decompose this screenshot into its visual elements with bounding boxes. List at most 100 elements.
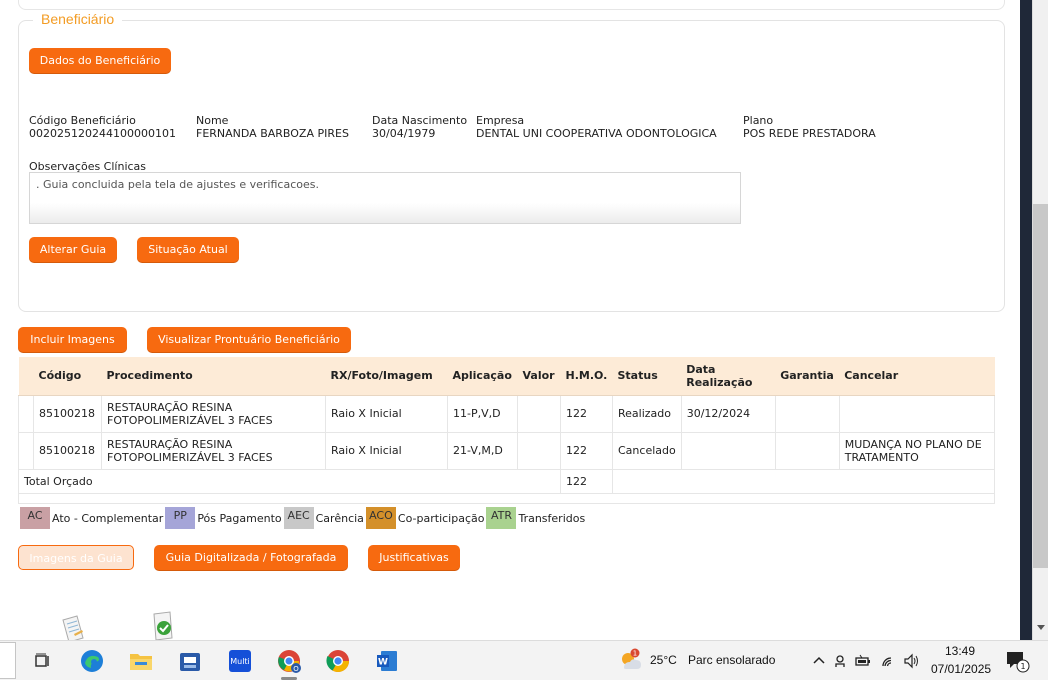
legend-aco-text: Co-participação: [397, 511, 485, 525]
nascimento-value: 30/04/1979: [372, 127, 436, 140]
cell-aplicacao: 11-P,V,D: [447, 394, 518, 433]
header-hmo: H.M.O.: [560, 357, 613, 396]
clock-time[interactable]: 13:49: [945, 644, 975, 658]
cell-procedimento: RESTAURAÇÃO RESINA FOTOPOLIMERIZÁVEL 3 F…: [101, 431, 326, 470]
svg-text:1: 1: [633, 650, 637, 658]
taskbar-search-box[interactable]: [0, 642, 16, 679]
vertical-scrollbar[interactable]: [1032, 0, 1048, 640]
incluir-imagens-button[interactable]: Incluir Imagens: [18, 327, 127, 352]
alterar-guia-button[interactable]: Alterar Guia: [29, 237, 117, 262]
main-page: Beneficiário Dados do Beneficiário Códig…: [0, 0, 1020, 640]
row-spacer: [18, 394, 34, 433]
legend-aec-badge: AEC: [283, 507, 314, 529]
legend-aec-text: Carência: [315, 511, 364, 525]
word-app-icon[interactable]: W: [374, 648, 400, 674]
wifi-icon[interactable]: [878, 648, 900, 674]
legend-pp-badge: PP: [165, 507, 196, 529]
scrollbar-thumb[interactable]: [1033, 204, 1048, 568]
header-rx: RX/Foto/Imagem: [325, 357, 448, 396]
cell-valor: [517, 394, 561, 433]
volume-icon[interactable]: [901, 648, 923, 674]
table-row[interactable]: 85100218 RESTAURAÇÃO RESINA FOTOPOLIMERI…: [18, 394, 996, 433]
weather-temperature[interactable]: 25°C: [650, 653, 677, 667]
cell-codigo: 85100218: [33, 394, 102, 433]
cell-hmo: 122: [560, 431, 613, 470]
legend-aco-badge: ACO: [365, 507, 396, 529]
situacao-atual-button[interactable]: Situação Atual: [137, 237, 239, 262]
nome-label: Nome: [196, 114, 229, 127]
task-view-icon[interactable]: [30, 648, 56, 674]
blank-row: [18, 492, 995, 504]
procedures-table: Código Procedimento RX/Foto/Imagem Aplic…: [18, 357, 996, 504]
cell-hmo: 122: [560, 394, 613, 433]
cell-garantia: [774, 431, 840, 470]
imagens-guia-button[interactable]: Imagens da Guia: [18, 545, 134, 570]
legend-atr-text: Transferidos: [518, 511, 586, 525]
legend-ac-text: Ato - Complementar: [52, 511, 164, 525]
header-aplicacao: Aplicação: [447, 357, 518, 396]
cell-data: 30/12/2024: [680, 394, 776, 433]
cell-garantia: [774, 394, 840, 433]
weather-description[interactable]: Parc ensolarado: [688, 653, 775, 667]
edge-browser-icon[interactable]: [79, 648, 105, 674]
header-garantia: Garantia: [775, 357, 840, 396]
notification-center-icon[interactable]: 1: [1004, 648, 1030, 674]
status-legend: AC Ato - Complementar PP Pós Pagamento A…: [20, 507, 587, 529]
dados-beneficiario-button[interactable]: Dados do Beneficiário: [29, 48, 171, 73]
table-header-row: Código Procedimento RX/Foto/Imagem Aplic…: [18, 357, 995, 396]
plano-label: Plano: [743, 114, 774, 127]
meet-now-icon[interactable]: [829, 648, 851, 674]
cell-status: Cancelado: [612, 431, 682, 470]
header-codigo: Código: [33, 357, 102, 396]
total-row: Total Orçado 122: [18, 468, 995, 494]
header-data-realizacao: Data Realização: [681, 357, 776, 396]
chrome-profile-icon[interactable]: O: [276, 648, 302, 674]
cell-procedimento: RESTAURAÇÃO RESINA FOTOPOLIMERIZÁVEL 3 F…: [101, 394, 326, 433]
cell-codigo: 85100218: [33, 431, 102, 470]
codigo-label: Código Beneficiário: [29, 114, 136, 127]
multi-app-icon[interactable]: Multi: [227, 648, 253, 674]
cell-rx: Raio X Inicial: [325, 431, 448, 470]
windows-taskbar: Multi O W 1 25°C Parc ensolarado 13:49 0…: [0, 640, 1048, 680]
row-spacer: [18, 431, 34, 470]
guia-digitalizada-button[interactable]: Guia Digitalizada / Fotografada: [154, 545, 348, 570]
chrome-browser-icon[interactable]: [325, 648, 351, 674]
legend-atr-badge: ATR: [486, 507, 517, 529]
cell-status: Realizado: [612, 394, 682, 433]
total-hmo: 122: [560, 468, 613, 494]
nascimento-label: Data Nascimento: [372, 114, 468, 127]
blank-cell: [18, 492, 995, 504]
cell-rx: Raio X Inicial: [325, 394, 448, 433]
cell-aplicacao: 21-V,M,D: [447, 431, 518, 470]
legend-pp-text: Pós Pagamento: [197, 511, 282, 525]
section-legend: Beneficiário: [33, 11, 123, 27]
svg-text:O: O: [293, 665, 299, 673]
window-edge: [1020, 0, 1032, 640]
header-spacer: [18, 357, 34, 396]
cell-data: [680, 431, 776, 470]
document-edit-icon[interactable]: [60, 614, 86, 640]
nome-value: FERNANDA BARBOZA PIRES: [196, 127, 349, 140]
codigo-value: 002025120244100000101: [29, 127, 176, 140]
svg-text:1: 1: [1020, 662, 1025, 671]
document-approved-icon[interactable]: [150, 610, 176, 640]
store-app-icon[interactable]: [177, 648, 203, 674]
svg-text:W: W: [378, 658, 388, 668]
empresa-label: Empresa: [476, 114, 525, 127]
clock-date[interactable]: 07/01/2025: [931, 662, 991, 676]
legend-ac-badge: AC: [20, 507, 50, 529]
battery-icon[interactable]: [852, 648, 874, 674]
header-status: Status: [612, 357, 682, 396]
plano-value: POS REDE PRESTADORA: [743, 127, 876, 140]
visualizar-prontuario-button[interactable]: Visualizar Prontuário Beneficiário: [147, 327, 351, 352]
observacoes-textarea[interactable]: . Guia concluida pela tela de ajustes e …: [29, 172, 741, 224]
svg-text:Multi: Multi: [230, 657, 250, 666]
header-procedimento: Procedimento: [101, 357, 326, 396]
file-explorer-icon[interactable]: [128, 648, 154, 674]
cell-valor: [517, 431, 561, 470]
cell-cancelar: MUDANÇA NO PLANO DE TRATAMENTO: [838, 431, 996, 470]
scroll-down-arrow-icon[interactable]: [1037, 625, 1045, 630]
weather-icon[interactable]: 1: [618, 648, 644, 674]
justificativas-button[interactable]: Justificativas: [368, 545, 460, 570]
table-row[interactable]: 85100218 RESTAURAÇÃO RESINA FOTOPOLIMERI…: [18, 431, 996, 470]
